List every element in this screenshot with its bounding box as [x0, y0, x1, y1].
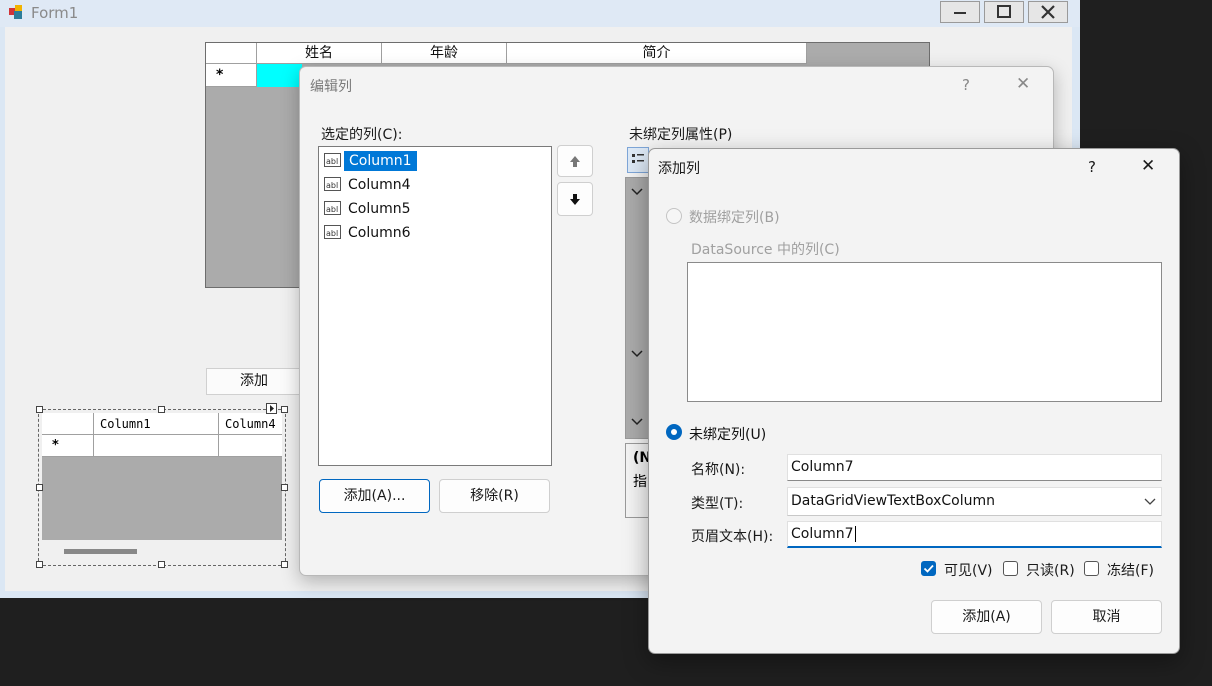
maximize-icon: [997, 5, 1011, 18]
chevron-down-icon: [1144, 498, 1156, 505]
minimize-icon: [954, 12, 966, 14]
grid1-new-row-header: *: [206, 64, 257, 87]
grid2-new-row-cell[interactable]: [94, 435, 219, 457]
add-column-button[interactable]: 添加(A)...: [319, 479, 430, 513]
datasource-columns-list[interactable]: [687, 262, 1162, 402]
grid2-new-row-cell[interactable]: [219, 435, 282, 457]
selected-columns-list[interactable]: abl Column1 abl Column4 abl Column5 abl …: [318, 146, 552, 466]
edit-dialog-close-button[interactable]: ✕: [1016, 74, 1030, 94]
grid2-corner-header: [42, 413, 94, 435]
unbound-properties-label: 未绑定列属性(P): [629, 127, 733, 143]
unbound-column-radio[interactable]: [666, 424, 682, 440]
bound-column-radio[interactable]: [666, 208, 682, 224]
maximize-button[interactable]: [984, 1, 1024, 23]
type-label: 类型(T):: [691, 496, 744, 512]
add-confirm-button[interactable]: 添加(A): [931, 600, 1042, 634]
remove-column-button[interactable]: 移除(R): [439, 479, 550, 513]
checkmark-icon: [923, 564, 934, 573]
name-label: 名称(N):: [691, 462, 746, 478]
arrow-up-icon: [570, 156, 580, 167]
add-dialog-close-button[interactable]: ✕: [1141, 156, 1155, 176]
svg-text:abl: abl: [326, 181, 338, 190]
list-item-label: Column1: [344, 151, 417, 171]
textbox-column-icon: abl: [324, 177, 341, 191]
close-icon: [1041, 5, 1055, 19]
textbox-column-icon: abl: [324, 225, 341, 239]
grid1-header-age[interactable]: 年龄: [382, 43, 507, 64]
frozen-label: 冻结(F): [1107, 563, 1154, 579]
chevron-down-icon[interactable]: [630, 348, 644, 358]
grid2-horizontal-scrollbar[interactable]: [42, 540, 282, 562]
type-select-value: DataGridViewTextBoxColumn: [791, 493, 995, 509]
svg-text:abl: abl: [326, 229, 338, 238]
chevron-down-icon[interactable]: [630, 186, 644, 196]
form-add-button[interactable]: 添加: [206, 368, 302, 395]
list-item-label: Column4: [348, 177, 411, 193]
add-dialog-help-button[interactable]: ?: [1088, 158, 1096, 176]
resize-handle[interactable]: [36, 561, 43, 568]
grid2-scroll-thumb[interactable]: [64, 549, 137, 554]
header-text-label: 页眉文本(H):: [691, 529, 774, 545]
resize-handle[interactable]: [36, 484, 43, 491]
form-app-icon: [9, 5, 22, 19]
add-dialog-title: 添加列: [658, 161, 700, 177]
grid2-header-column4[interactable]: Column4: [219, 413, 282, 435]
smart-tag-arrow-icon[interactable]: [266, 403, 277, 414]
textbox-column-icon: abl: [324, 201, 341, 215]
list-item-label: Column5: [348, 201, 411, 217]
grid1-corner-header: [206, 43, 257, 64]
property-description-text: 指: [633, 474, 647, 490]
grid2-new-row-header: *: [42, 435, 94, 457]
grid2-header-column1[interactable]: Column1: [94, 413, 219, 435]
edit-dialog-help-button[interactable]: ?: [962, 76, 970, 94]
list-item-label: Column6: [348, 225, 411, 241]
arrow-down-icon: [570, 194, 580, 205]
property-description-title: (N: [633, 450, 648, 466]
unbound-column-label: 未绑定列(U): [689, 427, 767, 443]
type-select[interactable]: DataGridViewTextBoxColumn: [787, 487, 1162, 516]
categorized-view-button[interactable]: [627, 147, 649, 173]
grid1-header-name[interactable]: 姓名: [257, 43, 382, 64]
minimize-button[interactable]: [940, 1, 980, 23]
header-text-value: Column7: [791, 526, 854, 542]
resize-handle[interactable]: [281, 484, 288, 491]
bound-column-label: 数据绑定列(B): [689, 210, 780, 226]
resize-handle[interactable]: [36, 406, 43, 413]
resize-handle[interactable]: [281, 406, 288, 413]
selected-columns-label: 选定的列(C):: [321, 127, 403, 143]
cancel-button[interactable]: 取消: [1051, 600, 1162, 634]
property-description-pane: (N 指: [625, 443, 649, 518]
text-caret: [854, 526, 856, 542]
edit-dialog-title: 编辑列: [310, 79, 352, 95]
header-text-input[interactable]: Column7: [787, 521, 1162, 548]
textbox-column-icon: abl: [324, 153, 341, 167]
close-button[interactable]: [1028, 1, 1068, 23]
svg-text:abl: abl: [326, 157, 338, 166]
datagridview-designer[interactable]: Column1 Column4 *: [42, 413, 282, 562]
form1-titlebar: Form1: [0, 0, 1080, 27]
form1-title: Form1: [31, 4, 79, 22]
resize-handle[interactable]: [158, 561, 165, 568]
svg-text:abl: abl: [326, 205, 338, 214]
frozen-checkbox[interactable]: [1084, 561, 1099, 576]
chevron-down-icon[interactable]: [630, 416, 644, 426]
property-grid[interactable]: [625, 177, 649, 439]
resize-handle[interactable]: [281, 561, 288, 568]
categorized-icon: [632, 154, 644, 163]
name-input[interactable]: Column7: [787, 454, 1162, 481]
grid1-selected-cell[interactable]: [257, 64, 302, 87]
visible-label: 可见(V): [944, 563, 993, 579]
readonly-label: 只读(R): [1026, 563, 1075, 579]
add-column-dialog: 添加列 ? ✕ 数据绑定列(B) DataSource 中的列(C) 未绑定列(…: [648, 148, 1180, 654]
readonly-checkbox[interactable]: [1003, 561, 1018, 576]
move-up-button[interactable]: [557, 145, 593, 177]
datasource-columns-label: DataSource 中的列(C): [691, 242, 840, 258]
resize-handle[interactable]: [158, 406, 165, 413]
visible-checkbox[interactable]: [921, 561, 936, 576]
radio-dot-icon: [671, 429, 677, 435]
move-down-button[interactable]: [557, 182, 593, 216]
grid1-header-intro[interactable]: 简介: [507, 43, 807, 64]
